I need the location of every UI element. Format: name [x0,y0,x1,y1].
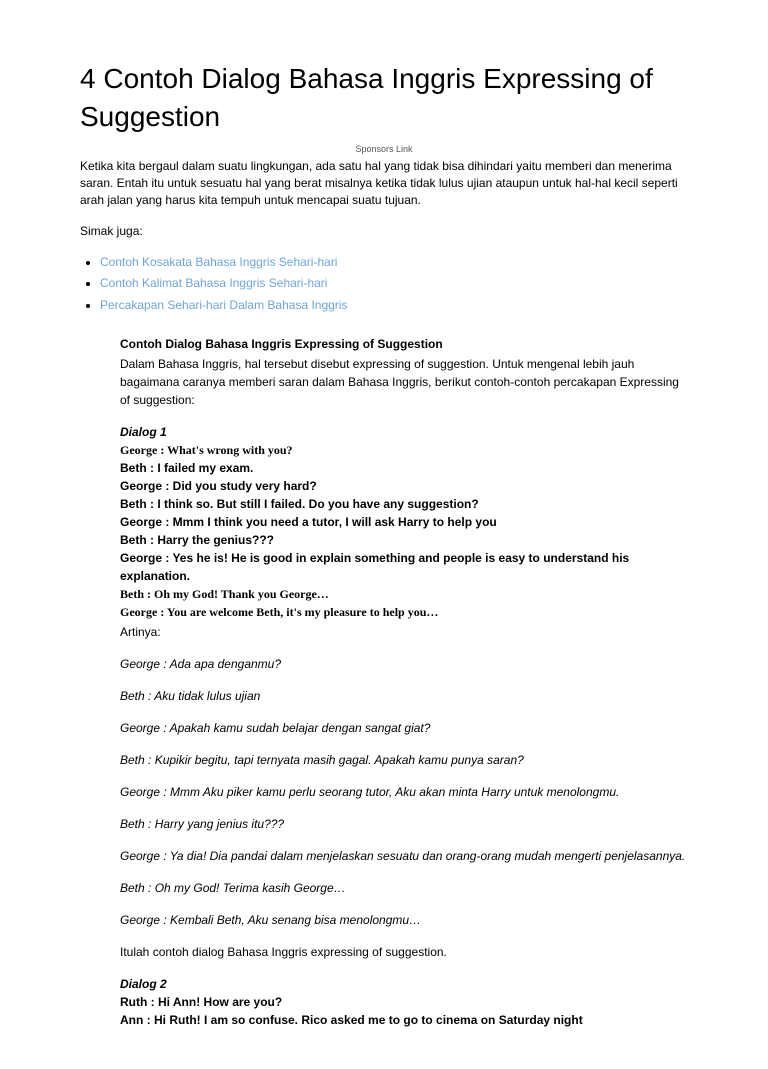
translation-line: Beth : Oh my God! Terima kasih George… [120,879,688,897]
translation-label: Artinya: [120,623,688,641]
related-links-list: Contoh Kosakata Bahasa Inggris Sehari-ha… [80,252,688,317]
related-link-item: Percakapan Sehari-hari Dalam Bahasa Ingg… [100,295,688,317]
translation-line: George : Ya dia! Dia pandai dalam menjel… [120,847,688,865]
dialog-line: Ruth : Hi Ann! How are you? [120,993,688,1011]
link-kalimat[interactable]: Contoh Kalimat Bahasa Inggris Sehari-har… [100,276,327,290]
translation-line: George : Apakah kamu sudah belajar denga… [120,719,688,737]
dialog-line: Beth : Harry the genius??? [120,531,688,549]
dialog-line: George : Did you study very hard? [120,477,688,495]
dialog-line: Beth : Oh my God! Thank you George… [120,585,688,603]
dialog-1-label: Dialog 1 [120,423,688,441]
see-also-label: Simak juga: [80,224,688,238]
translation-line: Beth : Harry yang jenius itu??? [120,815,688,833]
section-heading: Contoh Dialog Bahasa Inggris Expressing … [120,335,688,353]
dialog-line: George : You are welcome Beth, it's my p… [120,603,688,621]
related-link-item: Contoh Kosakata Bahasa Inggris Sehari-ha… [100,252,688,274]
translation-line: George : Ada apa denganmu? [120,655,688,673]
link-kosakata[interactable]: Contoh Kosakata Bahasa Inggris Sehari-ha… [100,255,337,269]
dialog-line: George : What's wrong with you? [120,441,688,459]
link-percakapan[interactable]: Percakapan Sehari-hari Dalam Bahasa Ingg… [100,298,347,312]
translation-line: Beth : Aku tidak lulus ujian [120,687,688,705]
related-link-item: Contoh Kalimat Bahasa Inggris Sehari-har… [100,273,688,295]
intro-paragraph: Ketika kita bergaul dalam suatu lingkung… [80,158,688,210]
translation-line: George : Mmm Aku piker kamu perlu seoran… [120,783,688,801]
sponsors-link-text: Sponsors Link [80,144,688,154]
section-description: Dalam Bahasa Inggris, hal tersebut diseb… [120,355,688,409]
translation-line: Beth : Kupikir begitu, tapi ternyata mas… [120,751,688,769]
dialog-line: Beth : I failed my exam. [120,459,688,477]
dialog-line: Ann : Hi Ruth! I am so confuse. Rico ask… [120,1011,688,1029]
main-content: Contoh Dialog Bahasa Inggris Expressing … [80,335,688,1029]
dialog-line: George : Yes he is! He is good in explai… [120,549,688,585]
dialog-line: Beth : I think so. But still I failed. D… [120,495,688,513]
dialog-line: George : Mmm I think you need a tutor, I… [120,513,688,531]
dialog-2-label: Dialog 2 [120,975,688,993]
page-title: 4 Contoh Dialog Bahasa Inggris Expressin… [80,60,688,136]
translation-line: George : Kembali Beth, Aku senang bisa m… [120,911,688,929]
dialog-1-closing: Itulah contoh dialog Bahasa Inggris expr… [120,943,688,961]
